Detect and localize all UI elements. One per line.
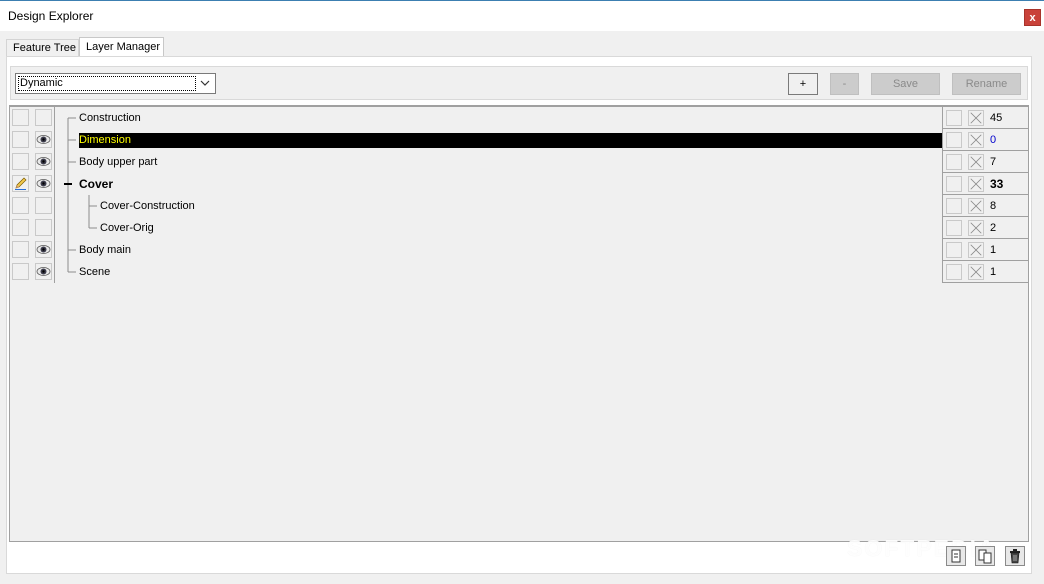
eye-icon bbox=[36, 157, 51, 166]
edit-toggle[interactable] bbox=[12, 131, 29, 148]
edit-toggle[interactable] bbox=[12, 197, 29, 214]
count-row: 0 bbox=[943, 129, 1028, 151]
cross-box-icon[interactable] bbox=[968, 242, 984, 258]
visibility-toggle[interactable] bbox=[35, 219, 52, 236]
tab-feature-tree[interactable]: Feature Tree bbox=[6, 39, 79, 57]
layer-row[interactable]: Dimension bbox=[10, 129, 1028, 151]
edit-toggle[interactable] bbox=[12, 153, 29, 170]
copy-layer-icon[interactable] bbox=[975, 546, 995, 566]
entity-count: 45 bbox=[990, 112, 1003, 124]
eye-icon bbox=[36, 267, 51, 276]
tab-layer-manager[interactable]: Layer Manager bbox=[79, 37, 164, 58]
entity-count: 1 bbox=[990, 266, 997, 278]
layer-row[interactable]: Cover-Orig bbox=[10, 217, 1028, 239]
layer-row[interactable]: Body upper part bbox=[10, 151, 1028, 173]
layer-row[interactable]: Body main bbox=[10, 239, 1028, 261]
layer-grid: Construction Dimension Body upper part C… bbox=[9, 105, 1029, 542]
cross-box-icon[interactable] bbox=[968, 198, 984, 214]
layer-name-selected[interactable]: Dimension bbox=[79, 129, 942, 151]
entity-count: 8 bbox=[990, 200, 997, 212]
layer-filter-select[interactable]: Dynamic bbox=[15, 73, 216, 94]
eye-icon bbox=[36, 245, 51, 254]
document-icon bbox=[951, 549, 961, 563]
color-swatch[interactable] bbox=[946, 264, 962, 280]
entity-count: 33 bbox=[990, 177, 1004, 191]
cross-box-icon[interactable] bbox=[968, 264, 984, 280]
layer-row[interactable]: Cover-Construction bbox=[10, 195, 1028, 217]
edit-toggle[interactable] bbox=[12, 219, 29, 236]
add-layer-button[interactable]: + bbox=[788, 73, 818, 95]
trash-can-icon bbox=[1010, 549, 1020, 564]
entity-count: 2 bbox=[990, 222, 997, 234]
entity-count: 0 bbox=[990, 134, 997, 146]
eye-icon bbox=[36, 135, 51, 144]
color-swatch[interactable] bbox=[946, 154, 962, 170]
cross-box-icon[interactable] bbox=[968, 110, 984, 126]
cross-box-icon[interactable] bbox=[968, 220, 984, 236]
color-swatch[interactable] bbox=[946, 110, 962, 126]
color-swatch[interactable] bbox=[946, 242, 962, 258]
rename-button[interactable]: Rename bbox=[952, 73, 1021, 95]
color-swatch[interactable] bbox=[946, 220, 962, 236]
visibility-toggle[interactable] bbox=[35, 131, 52, 148]
color-swatch[interactable] bbox=[946, 132, 962, 148]
edit-toggle[interactable] bbox=[12, 109, 29, 126]
edit-toggle[interactable] bbox=[12, 175, 29, 192]
visibility-toggle[interactable] bbox=[35, 197, 52, 214]
trash-icon[interactable] bbox=[1005, 546, 1025, 566]
new-layer-icon[interactable] bbox=[946, 546, 966, 566]
count-row: 33 bbox=[943, 173, 1028, 195]
count-row: 7 bbox=[943, 151, 1028, 173]
visibility-toggle[interactable] bbox=[35, 153, 52, 170]
layer-filter-value: Dynamic bbox=[18, 76, 196, 91]
cross-box-icon[interactable] bbox=[968, 132, 984, 148]
color-swatch[interactable] bbox=[946, 176, 962, 192]
visibility-toggle[interactable] bbox=[35, 109, 52, 126]
copy-icon bbox=[978, 549, 992, 564]
layer-row[interactable]: Cover bbox=[10, 173, 1028, 195]
count-row: 45 bbox=[943, 107, 1028, 129]
edit-toggle[interactable] bbox=[12, 263, 29, 280]
layer-row[interactable]: Construction bbox=[10, 107, 1028, 129]
chevron-down-icon bbox=[200, 80, 210, 86]
remove-layer-button[interactable]: - bbox=[830, 73, 859, 95]
count-row: 1 bbox=[943, 239, 1028, 261]
layer-row[interactable]: Scene bbox=[10, 261, 1028, 283]
visibility-toggle[interactable] bbox=[35, 263, 52, 280]
window-title: Design Explorer bbox=[8, 9, 94, 23]
count-row: 8 bbox=[943, 195, 1028, 217]
cross-box-icon[interactable] bbox=[968, 154, 984, 170]
edit-toggle[interactable] bbox=[12, 241, 29, 258]
visibility-toggle[interactable] bbox=[35, 241, 52, 258]
title-bar: Design Explorer x bbox=[0, 1, 1044, 31]
cross-box-icon[interactable] bbox=[968, 176, 984, 192]
pencil-icon bbox=[15, 177, 27, 190]
visibility-toggle[interactable] bbox=[35, 175, 52, 192]
eye-icon bbox=[36, 179, 51, 188]
count-row: 2 bbox=[943, 217, 1028, 239]
color-swatch[interactable] bbox=[946, 198, 962, 214]
layer-count-panel: 45 0 7 33 8 2 1 1 bbox=[942, 107, 1028, 283]
save-button[interactable]: Save bbox=[871, 73, 940, 95]
count-row: 1 bbox=[943, 261, 1028, 283]
entity-count: 7 bbox=[990, 156, 997, 168]
entity-count: 1 bbox=[990, 244, 997, 256]
close-button[interactable]: x bbox=[1024, 9, 1041, 26]
